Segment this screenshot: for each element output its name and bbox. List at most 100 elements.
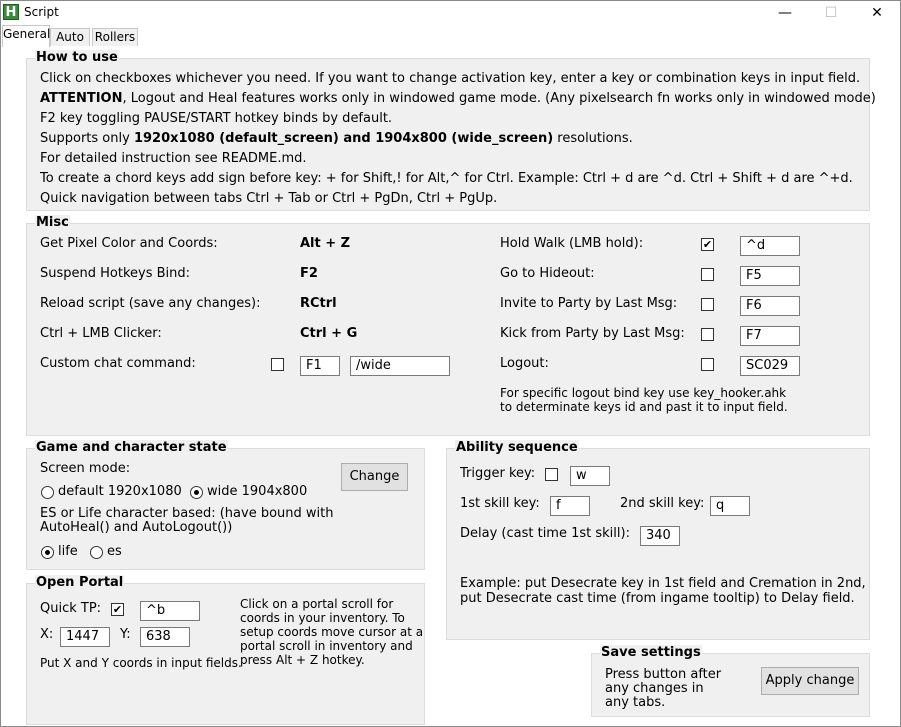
kick-key-input[interactable]: F7: [740, 326, 800, 346]
portal-note-line-4: portal scroll in inventory and: [240, 639, 413, 653]
how-to-use-group: How to use Click on checkboxes whichever…: [26, 50, 876, 211]
custom-chat-command-input[interactable]: /wide: [350, 356, 450, 376]
trigger-checkbox[interactable]: [545, 468, 558, 481]
logout-label: Logout:: [500, 356, 549, 371]
ability-example-line-2: put Desecrate cast time (from ingame too…: [460, 591, 855, 606]
hideout-label: Go to Hideout:: [500, 266, 595, 281]
es-life-label-line-2: AutoHeal() and AutoLogout()): [40, 520, 233, 535]
logout-key-input[interactable]: SC029: [740, 356, 800, 376]
custom-chat-checkbox[interactable]: [271, 358, 284, 371]
default-screen-label[interactable]: default 1920x1080: [58, 484, 182, 499]
screen-mode-label: Screen mode:: [40, 461, 131, 476]
hideout-checkbox[interactable]: [701, 268, 714, 281]
change-button[interactable]: Change: [341, 463, 408, 491]
save-settings-group: Save settings Press button after any cha…: [591, 645, 870, 717]
invite-label: Invite to Party by Last Msg:: [500, 296, 678, 311]
how-to-use-line-3: F2 key toggling PAUSE/START hotkey binds…: [40, 111, 393, 126]
suspend-label: Suspend Hotkeys Bind:: [40, 266, 191, 281]
logout-note-line-1: For specific logout bind key use key_hoo…: [500, 386, 787, 400]
quick-tp-checkbox[interactable]: ✔: [111, 603, 124, 616]
wide-screen-label[interactable]: wide 1904x800: [207, 484, 307, 499]
skill2-label: 2nd skill key:: [620, 496, 705, 511]
how-to-use-title: How to use: [35, 50, 119, 65]
invite-key-input[interactable]: F6: [740, 296, 800, 316]
skill1-label: 1st skill key:: [460, 496, 540, 511]
resolutions-value: 1920x1080 (default_screen) and 1904x800 …: [133, 131, 554, 146]
skill2-key-input[interactable]: q: [710, 496, 750, 516]
skill1-key-input[interactable]: f: [550, 496, 590, 516]
tab-bar: General Auto Rollers: [1, 25, 900, 48]
get-pixel-label: Get Pixel Color and Coords:: [40, 236, 218, 251]
apply-change-button[interactable]: Apply change: [761, 667, 859, 695]
invite-checkbox[interactable]: [701, 298, 714, 311]
trigger-key-input[interactable]: w: [570, 466, 610, 486]
es-label[interactable]: es: [107, 544, 122, 559]
life-radio[interactable]: [41, 546, 54, 559]
delay-input[interactable]: 340: [640, 526, 680, 546]
y-label: Y:: [120, 627, 131, 642]
x-coord-input[interactable]: 1447: [60, 627, 110, 647]
custom-chat-label: Custom chat command:: [40, 356, 196, 371]
hold-walk-label: Hold Walk (LMB hold):: [500, 236, 644, 251]
how-to-use-line-5: For detailed instruction see README.md.: [40, 151, 307, 166]
maximize-button[interactable]: ☐: [808, 1, 854, 25]
kick-label: Kick from Party by Last Msg:: [500, 326, 685, 341]
xy-note: Put X and Y coords in input fields.: [40, 656, 242, 670]
script-window: H Script — ☐ ✕ General Auto Rollers How …: [0, 0, 901, 727]
portal-note-line-3: setup coords move cursor at a: [240, 625, 424, 639]
custom-chat-key-input[interactable]: F1: [300, 356, 340, 376]
get-pixel-key: Alt + Z: [300, 236, 351, 251]
quick-tp-label: Quick TP:: [40, 601, 102, 616]
suspend-key: F2: [300, 266, 318, 281]
hold-walk-checkbox[interactable]: ✔: [701, 238, 714, 251]
tab-auto[interactable]: Auto: [50, 28, 90, 46]
app-icon: H: [3, 4, 19, 20]
misc-title: Misc: [35, 215, 70, 230]
save-text-line-1: Press button after: [605, 667, 722, 682]
logout-note-line-2: to determinate keys id and past it to in…: [500, 400, 788, 414]
trigger-key-label: Trigger key:: [460, 466, 536, 481]
delay-label: Delay (cast time 1st skill):: [460, 526, 630, 541]
how-to-use-line-2: ATTENTION, Logout and Heal features work…: [40, 91, 876, 106]
es-radio[interactable]: [90, 546, 103, 559]
kick-checkbox[interactable]: [701, 328, 714, 341]
hideout-key-input[interactable]: F5: [740, 266, 800, 286]
tab-rollers[interactable]: Rollers: [92, 28, 138, 46]
logout-checkbox[interactable]: [701, 358, 714, 371]
save-text-line-2: any changes in: [605, 681, 704, 696]
title-bar[interactable]: H Script — ☐ ✕: [1, 1, 900, 25]
ability-example-line-1: Example: put Desecrate key in 1st field …: [460, 576, 866, 591]
x-label: X:: [40, 627, 54, 642]
wide-screen-radio[interactable]: [190, 486, 203, 499]
how-to-use-line-1: Click on checkboxes whichever you need. …: [40, 71, 861, 86]
close-button[interactable]: ✕: [854, 1, 900, 25]
attention-text: , Logout and Heal features works only in…: [122, 91, 876, 106]
how-to-use-line-6: To create a chord keys add sign before k…: [40, 171, 853, 186]
es-life-label-line-1: ES or Life character based: (have bound …: [40, 506, 334, 521]
resolutions-prefix: Supports only: [40, 131, 134, 146]
portal-note-line-5: press Alt + Z hotkey.: [240, 653, 365, 667]
save-settings-title: Save settings: [600, 645, 702, 660]
ability-sequence-group: Ability sequence Trigger key: w 1st skil…: [446, 440, 870, 640]
hold-walk-key-input[interactable]: ^d: [740, 236, 800, 256]
general-tab-content: How to use Click on checkboxes whichever…: [1, 47, 900, 726]
attention-label: ATTENTION: [40, 91, 123, 106]
clicker-label: Ctrl + LMB Clicker:: [40, 326, 162, 341]
portal-note-line-2: coords in your inventory. To: [240, 611, 405, 625]
life-label[interactable]: life: [58, 544, 78, 559]
portal-note-line-1: Click on a portal scroll for: [240, 597, 394, 611]
misc-group: Misc Get Pixel Color and Coords: Alt + Z…: [26, 215, 870, 436]
clicker-key: Ctrl + G: [300, 326, 358, 341]
game-state-title: Game and character state: [35, 440, 228, 455]
y-coord-input[interactable]: 638: [140, 627, 190, 647]
game-state-group: Game and character state Screen mode: de…: [26, 440, 425, 570]
resolutions-suffix: resolutions.: [553, 131, 633, 146]
how-to-use-line-4: Supports only 1920x1080 (default_screen)…: [40, 131, 633, 146]
open-portal-group: Open Portal Quick TP: ✔ ^b X: 1447 Y: 63…: [26, 575, 425, 725]
how-to-use-line-7: Quick navigation between tabs Ctrl + Tab…: [40, 191, 498, 206]
default-screen-radio[interactable]: [41, 486, 54, 499]
minimize-button[interactable]: —: [762, 1, 808, 25]
quick-tp-key-input[interactable]: ^b: [140, 601, 200, 621]
tab-general[interactable]: General: [2, 25, 50, 47]
open-portal-title: Open Portal: [35, 575, 125, 590]
